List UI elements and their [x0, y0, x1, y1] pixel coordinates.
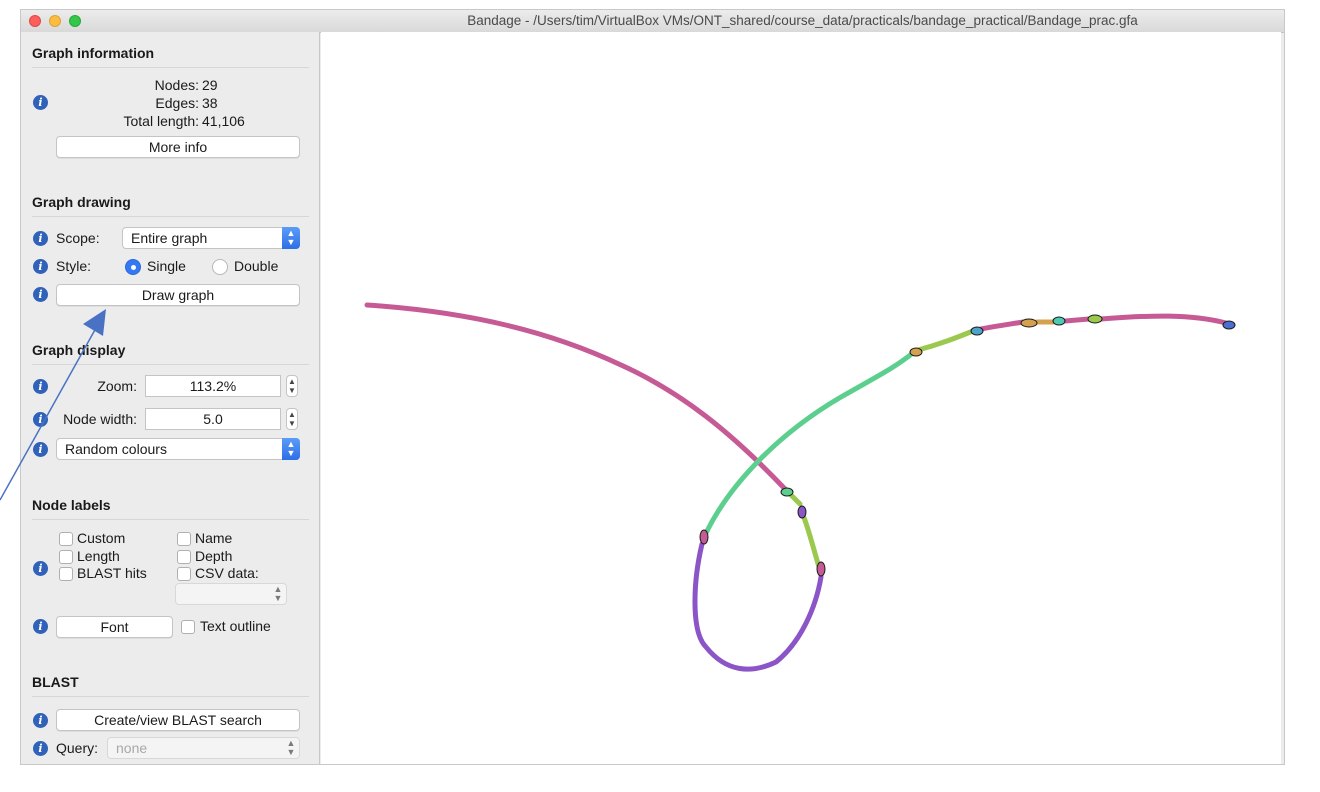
edges-label: Edges:	[155, 95, 199, 111]
graph-junction	[970, 326, 984, 336]
colour-scheme-select[interactable]: Random colours ▲ ▼	[56, 438, 300, 460]
graph-drawing-title: Graph drawing	[32, 194, 131, 210]
graph-node	[800, 512, 822, 570]
graph-node	[364, 302, 789, 493]
zoom-input[interactable]: 113.2%	[145, 375, 281, 397]
graph-junction	[780, 487, 794, 497]
style-label: Style:	[56, 258, 92, 274]
graph-junction	[1087, 314, 1103, 324]
graph-node	[1062, 316, 1092, 324]
control-panel: Graph information i Nodes: 29 Edges: 38 …	[21, 32, 319, 764]
info-icon[interactable]: i	[33, 741, 48, 756]
nodes-value: 29	[202, 77, 218, 93]
name-checkbox[interactable]	[177, 532, 191, 546]
node-labels-title: Node labels	[32, 497, 111, 513]
chevron-updown-icon: ▲ ▼	[273, 584, 283, 603]
query-value: none	[116, 740, 148, 756]
query-select[interactable]: none ▲ ▼	[107, 737, 300, 759]
info-icon[interactable]: i	[33, 379, 48, 394]
section-divider	[32, 67, 309, 68]
scope-value: Entire graph	[131, 230, 208, 246]
blast-hits-label[interactable]: BLAST hits	[77, 565, 147, 581]
node-width-label: Node width:	[63, 411, 137, 427]
info-icon[interactable]: i	[33, 619, 48, 634]
node-width-stepper[interactable]: ▲ ▼	[286, 408, 298, 430]
graph-junction	[1052, 316, 1066, 326]
section-divider	[32, 216, 309, 217]
info-icon[interactable]: i	[33, 412, 48, 427]
section-divider	[32, 519, 309, 520]
graph-node	[915, 328, 976, 353]
style-double-label[interactable]: Double	[234, 258, 278, 274]
graph-node	[788, 492, 803, 507]
graph-junction	[797, 505, 807, 519]
title-bar: Bandage - /Users/tim/VirtualBox VMs/ONT_…	[21, 10, 1284, 33]
info-icon[interactable]: i	[33, 713, 48, 728]
depth-checkbox[interactable]	[177, 550, 191, 564]
style-single-radio[interactable]	[125, 259, 141, 275]
info-icon[interactable]: i	[33, 442, 48, 457]
info-icon[interactable]: i	[33, 95, 48, 110]
more-info-button[interactable]: More info	[56, 136, 300, 158]
graph-junction	[816, 561, 826, 577]
name-label[interactable]: Name	[195, 530, 232, 546]
csv-data-select[interactable]: ▲ ▼	[175, 583, 287, 605]
minimize-window-button[interactable]	[49, 15, 61, 27]
zoom-label: Zoom:	[97, 378, 137, 394]
section-divider	[32, 696, 309, 697]
csv-data-checkbox[interactable]	[177, 567, 191, 581]
info-icon[interactable]: i	[33, 259, 48, 274]
query-label: Query:	[56, 740, 99, 756]
blast-search-button[interactable]: Create/view BLAST search	[56, 709, 300, 731]
assembly-graph[interactable]	[321, 32, 1283, 766]
window-title: Bandage - /Users/tim/VirtualBox VMs/ONT_…	[467, 13, 1138, 28]
blast-hits-checkbox[interactable]	[59, 567, 73, 581]
graph-node	[692, 541, 824, 672]
draw-graph-button[interactable]: Draw graph	[56, 284, 300, 306]
panel-splitter[interactable]	[319, 32, 320, 764]
section-divider	[32, 364, 309, 365]
scope-select[interactable]: Entire graph ▲ ▼	[122, 227, 300, 249]
text-outline-checkbox[interactable]	[181, 620, 195, 634]
custom-checkbox[interactable]	[59, 532, 73, 546]
font-button[interactable]: Font	[56, 616, 173, 638]
custom-label[interactable]: Custom	[77, 530, 125, 546]
nodes-label: Nodes:	[154, 77, 199, 93]
info-icon[interactable]: i	[33, 287, 48, 302]
total-length-value: 41,106	[202, 113, 245, 129]
colour-scheme-value: Random colours	[65, 441, 167, 457]
csv-data-label[interactable]: CSV data:	[195, 565, 259, 581]
text-outline-label[interactable]: Text outline	[200, 618, 271, 634]
style-double-radio[interactable]	[212, 259, 228, 275]
info-icon[interactable]: i	[33, 561, 48, 576]
length-checkbox[interactable]	[59, 550, 73, 564]
scope-label: Scope:	[56, 230, 100, 246]
info-icon[interactable]: i	[33, 231, 48, 246]
total-length-label: Total length:	[123, 113, 200, 129]
graph-junction	[699, 529, 709, 545]
chevron-updown-icon: ▲ ▼	[282, 227, 300, 249]
blast-title: BLAST	[32, 674, 79, 690]
graph-canvas[interactable]	[321, 32, 1281, 764]
bandage-window: Bandage - /Users/tim/VirtualBox VMs/ONT_…	[20, 9, 1285, 765]
graph-junction	[909, 347, 923, 357]
edges-value: 38	[202, 95, 218, 111]
length-label[interactable]: Length	[77, 548, 120, 564]
close-window-button[interactable]	[29, 15, 41, 27]
graph-node	[978, 319, 1026, 332]
node-width-input[interactable]: 5.0	[145, 408, 281, 430]
chevron-updown-icon: ▲ ▼	[282, 438, 300, 460]
graph-junction	[1222, 320, 1236, 330]
style-single-label[interactable]: Single	[147, 258, 186, 274]
graph-junction	[1020, 318, 1038, 328]
graph-display-title: Graph display	[32, 342, 126, 358]
maximize-window-button[interactable]	[69, 15, 81, 27]
chevron-updown-icon: ▲ ▼	[286, 738, 296, 757]
zoom-stepper[interactable]: ▲ ▼	[286, 375, 298, 397]
graph-node	[1098, 313, 1229, 326]
graph-information-title: Graph information	[32, 45, 155, 61]
depth-label[interactable]: Depth	[195, 548, 232, 564]
